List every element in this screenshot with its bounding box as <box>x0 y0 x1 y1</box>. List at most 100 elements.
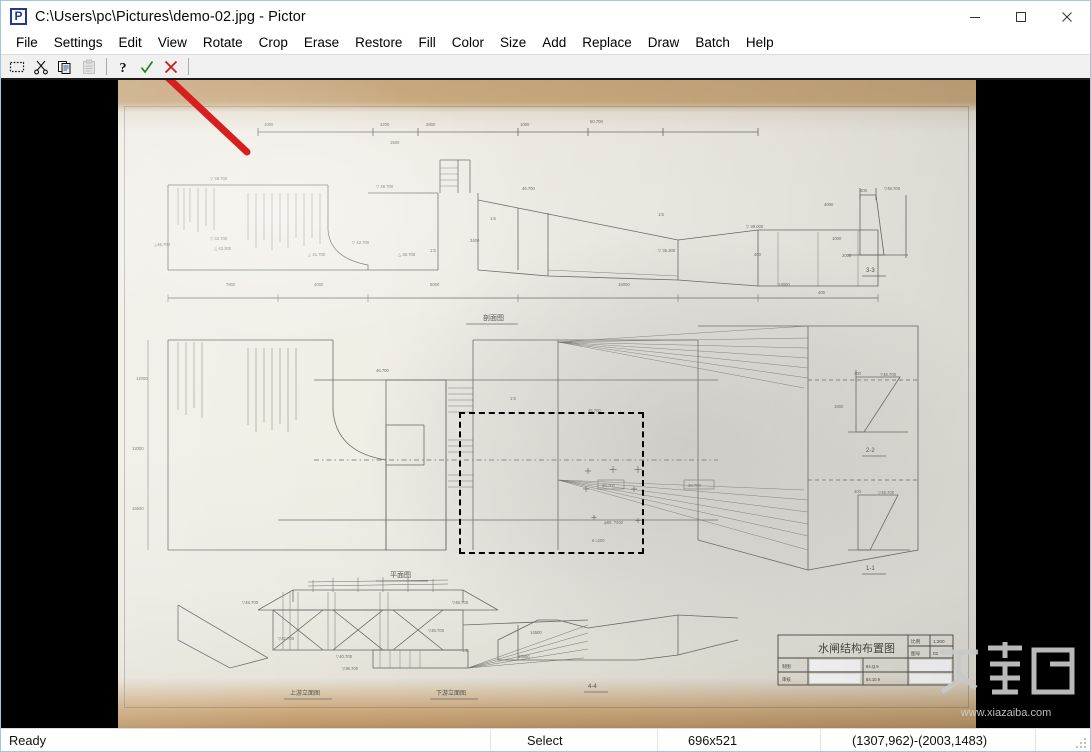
svg-text:1:5: 1:5 <box>658 212 664 217</box>
svg-text:1000: 1000 <box>264 122 274 127</box>
svg-text:比例: 比例 <box>911 638 921 645</box>
resize-grip-icon[interactable] <box>1074 736 1088 750</box>
svg-text:上游立面图: 上游立面图 <box>290 689 320 697</box>
svg-text:15000: 15000 <box>618 282 630 287</box>
svg-text:平面图: 平面图 <box>390 571 411 579</box>
pictor-app-icon: P <box>10 8 27 25</box>
svg-text:15800: 15800 <box>518 654 530 659</box>
svg-text:4000: 4000 <box>824 202 834 207</box>
svg-text:2000: 2000 <box>842 253 852 258</box>
svg-text:1000: 1000 <box>520 122 530 127</box>
menu-item-draw[interactable]: Draw <box>640 34 688 53</box>
minimize-icon <box>970 16 980 18</box>
svg-text:50.700: 50.700 <box>590 119 603 124</box>
svg-text:1000: 1000 <box>832 236 842 241</box>
svg-text:3-3: 3-3 <box>866 268 875 274</box>
menu-item-rotate[interactable]: Rotate <box>195 34 251 53</box>
toolbar-separator <box>106 58 107 75</box>
menu-item-size[interactable]: Size <box>492 34 534 53</box>
svg-text:▽48.700: ▽48.700 <box>242 600 259 605</box>
svg-text:12000: 12000 <box>136 376 148 381</box>
menu-item-batch[interactable]: Batch <box>687 34 738 53</box>
maximize-button[interactable] <box>998 1 1044 32</box>
blueprint-vector: 剖面图 平面图 3-3 2-2 1-1 上游立面图 下游立面图 4-4 水闸结构… <box>132 119 954 700</box>
svg-text:△46.700: △46.700 <box>154 242 171 247</box>
image-canvas[interactable]: 剖面图 平面图 3-3 2-2 1-1 上游立面图 下游立面图 4-4 水闸结构… <box>1 80 1090 728</box>
selection-marquee[interactable] <box>459 412 644 554</box>
close-button[interactable] <box>1044 1 1090 32</box>
svg-text:▽48.700: ▽48.700 <box>452 600 469 605</box>
svg-text:02: 02 <box>933 651 939 656</box>
svg-text:1500: 1500 <box>390 140 400 145</box>
svg-text:2800: 2800 <box>426 122 436 127</box>
help-button[interactable]: ? <box>112 56 134 77</box>
copy-button[interactable] <box>54 56 76 77</box>
svg-text:▽ 42.700: ▽ 42.700 <box>210 236 228 241</box>
menu-item-file[interactable]: File <box>8 34 46 53</box>
menu-item-restore[interactable]: Restore <box>347 34 410 53</box>
svg-text:1:5: 1:5 <box>510 396 516 401</box>
confirm-button[interactable] <box>136 56 158 77</box>
menu-item-add[interactable]: Add <box>534 34 574 53</box>
svg-text:400: 400 <box>860 188 868 193</box>
maximize-icon <box>1016 11 1026 22</box>
cancel-button[interactable] <box>160 56 182 77</box>
menu-item-color[interactable]: Color <box>444 34 492 53</box>
green-check-icon <box>140 60 154 73</box>
svg-text:4000: 4000 <box>314 282 324 287</box>
menu-item-help[interactable]: Help <box>738 34 782 53</box>
svg-text:▽42.700: ▽42.700 <box>278 636 295 641</box>
svg-text:下游立面图: 下游立面图 <box>436 689 466 697</box>
svg-text:1:5: 1:5 <box>430 248 436 253</box>
svg-text:▽ 48.700: ▽ 48.700 <box>376 184 394 189</box>
pictor-window: P C:\Users\pc\Pictures\demo-02.jpg - Pic… <box>0 0 1091 752</box>
svg-text:2-2: 2-2 <box>866 448 875 454</box>
window-title: C:\Users\pc\Pictures\demo-02.jpg - Picto… <box>35 8 306 25</box>
minimize-button[interactable] <box>952 1 998 32</box>
svg-text:38.700: 38.700 <box>688 483 701 488</box>
menu-item-crop[interactable]: Crop <box>251 34 296 53</box>
svg-text:13000: 13000 <box>778 282 790 287</box>
menu-item-replace[interactable]: Replace <box>574 34 640 53</box>
svg-text:84.Q.9: 84.Q.9 <box>866 664 879 669</box>
svg-text:▽40.700: ▽40.700 <box>336 654 353 659</box>
blueprint-photo[interactable]: 剖面图 平面图 3-3 2-2 1-1 上游立面图 下游立面图 4-4 水闸结构… <box>118 80 976 728</box>
svg-text:△ 42.300: △ 42.300 <box>214 246 232 251</box>
svg-text:▽ 48.700: ▽ 48.700 <box>210 176 228 181</box>
svg-text:△ 40.700: △ 40.700 <box>398 252 416 257</box>
svg-text:400: 400 <box>754 252 762 257</box>
menu-item-view[interactable]: View <box>150 34 195 53</box>
status-coords: (1307,962)-(2003,1483) <box>821 729 1036 751</box>
toolbar: ? <box>1 54 1090 80</box>
svg-text:400: 400 <box>818 290 826 295</box>
svg-text:水闸结构布置图: 水闸结构布置图 <box>818 641 895 655</box>
svg-text:剖面图: 剖面图 <box>483 313 504 322</box>
svg-text:46.700: 46.700 <box>522 186 535 191</box>
menu-item-settings[interactable]: Settings <box>46 34 111 53</box>
svg-text:▽46.700: ▽46.700 <box>880 372 897 377</box>
svg-text:图号: 图号 <box>911 651 921 657</box>
paste-button <box>78 56 100 77</box>
svg-text:14500: 14500 <box>530 630 542 635</box>
status-size: 696x521 <box>658 729 821 751</box>
window-controls <box>952 1 1090 32</box>
menu-item-edit[interactable]: Edit <box>111 34 150 53</box>
status-mode: Select <box>491 729 658 751</box>
svg-text:▽ 35.300: ▽ 35.300 <box>658 248 676 253</box>
svg-text:1800: 1800 <box>834 404 844 409</box>
cut-button[interactable] <box>30 56 52 77</box>
scissors-icon <box>34 60 48 74</box>
svg-text:1-1: 1-1 <box>866 566 875 572</box>
svg-text:▽48.700: ▽48.700 <box>878 490 895 495</box>
svg-text:△ 41.700: △ 41.700 <box>308 252 326 257</box>
svg-text:5000: 5000 <box>430 282 440 287</box>
svg-text:▽48.700: ▽48.700 <box>884 186 901 191</box>
svg-text:46.700: 46.700 <box>376 368 389 373</box>
select-tool[interactable] <box>6 56 28 77</box>
menu-item-fill[interactable]: Fill <box>410 34 443 53</box>
svg-text:7800: 7800 <box>226 282 236 287</box>
toolbar-separator-2 <box>188 58 189 75</box>
svg-text:▽ 39.000: ▽ 39.000 <box>746 224 764 229</box>
dotted-rectangle-icon <box>9 61 25 72</box>
menu-item-erase[interactable]: Erase <box>296 34 347 53</box>
